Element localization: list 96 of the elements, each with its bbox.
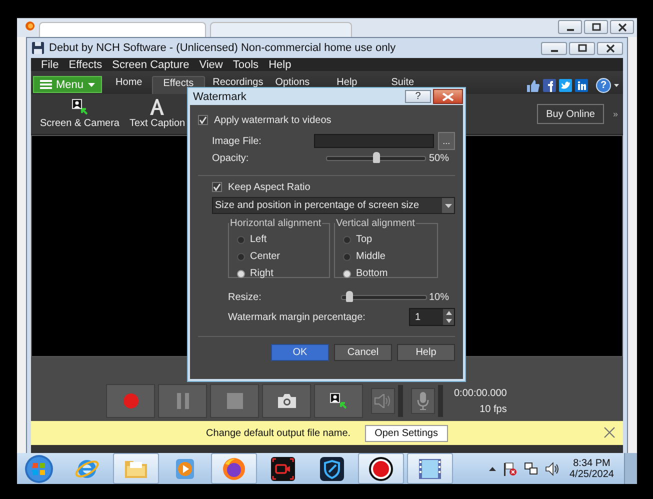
dialog-button[interactable]: Help bbox=[397, 344, 455, 361]
checkbox[interactable] bbox=[198, 115, 208, 125]
microphone-button[interactable] bbox=[411, 388, 435, 414]
browse-button[interactable]: ... bbox=[438, 132, 455, 150]
clock[interactable]: 8:34 PM 4/25/2024 bbox=[566, 458, 618, 480]
radio-label: Right bbox=[250, 268, 274, 279]
slider-value: 10% bbox=[428, 292, 450, 302]
social-icon bbox=[575, 78, 588, 92]
checkbox-label: Apply watermark to videos bbox=[214, 114, 332, 126]
dialog-button[interactable]: Cancel bbox=[334, 344, 392, 361]
show-hidden-icons-icon[interactable] bbox=[488, 466, 496, 470]
slider-value: 50% bbox=[428, 152, 450, 164]
thumbs-up-icon bbox=[527, 78, 540, 92]
check-icon bbox=[199, 116, 207, 124]
person-screen-icon bbox=[72, 99, 88, 115]
radio-button[interactable] bbox=[237, 270, 245, 278]
radio-label: Bottom bbox=[356, 268, 388, 279]
flag-icon[interactable] bbox=[502, 462, 516, 476]
menu-item[interactable]: View bbox=[194, 58, 228, 70]
window-title: Debut by NCH Software - (Unlicensed) Non-commercial home use only bbox=[49, 42, 396, 54]
menu-item[interactable]: Tools bbox=[228, 58, 264, 70]
stop-icon bbox=[226, 393, 242, 409]
timer-text: 0:00:00.000 bbox=[454, 388, 507, 398]
close-icon[interactable] bbox=[606, 44, 614, 52]
slider-thumb[interactable] bbox=[346, 290, 353, 302]
caret-icon bbox=[614, 84, 619, 86]
radio-button[interactable] bbox=[343, 236, 351, 244]
mode-dropdown[interactable]: Size and position in percentage of screen size bbox=[212, 197, 455, 214]
up-arrow-icon[interactable] bbox=[446, 311, 452, 315]
menu-item[interactable]: Help bbox=[264, 58, 296, 70]
pause-button[interactable] bbox=[158, 384, 207, 418]
checkbox-label: Keep Aspect Ratio bbox=[228, 182, 310, 192]
taskbar-button[interactable] bbox=[358, 453, 404, 484]
radio-label: Top bbox=[356, 234, 372, 245]
speaker-button[interactable] bbox=[371, 388, 395, 414]
toolbar-button[interactable]: Screen & Camera bbox=[35, 99, 124, 129]
close-icon[interactable] bbox=[618, 22, 626, 32]
group-title: Horizontal alignment bbox=[229, 218, 322, 229]
checkbox[interactable] bbox=[212, 182, 222, 192]
speaker-icon[interactable] bbox=[544, 462, 558, 476]
radio-label: Left bbox=[250, 234, 267, 245]
serif-letter-icon bbox=[149, 99, 166, 115]
check-icon bbox=[213, 183, 221, 191]
menu-button[interactable]: Menu bbox=[33, 76, 102, 93]
slider-label: Resize: bbox=[228, 292, 262, 302]
radio-button[interactable] bbox=[237, 252, 245, 260]
more-button[interactable]: » bbox=[604, 109, 623, 119]
caret-icon bbox=[444, 204, 452, 208]
help-button[interactable]: ? bbox=[405, 90, 431, 103]
help-button[interactable]: ? bbox=[596, 78, 611, 92]
social-icon bbox=[543, 78, 556, 92]
menu-item[interactable]: Screen Capture bbox=[107, 58, 194, 70]
browser-logo-icon bbox=[25, 21, 35, 31]
dialog-button[interactable]: OK bbox=[271, 344, 329, 361]
slider-label: Opacity: bbox=[212, 152, 250, 164]
notification-text: Change default output file name. bbox=[206, 428, 351, 438]
group-title: Vertical alignment bbox=[335, 218, 416, 229]
person-screen-icon bbox=[330, 393, 348, 409]
slider-thumb[interactable] bbox=[373, 152, 380, 162]
start-icon[interactable] bbox=[24, 454, 54, 484]
radio-label: Middle bbox=[356, 251, 386, 262]
fox-globe-icon bbox=[221, 456, 247, 482]
volume-meter bbox=[398, 385, 403, 417]
maximize-icon[interactable] bbox=[578, 44, 586, 52]
video-camera-icon bbox=[270, 456, 296, 482]
radio-button[interactable] bbox=[343, 270, 351, 278]
margin-spinbox[interactable]: 1 bbox=[409, 308, 455, 326]
image-file-field[interactable] bbox=[314, 134, 434, 148]
fps-text: 10 fps bbox=[480, 404, 507, 414]
microphone-icon bbox=[417, 392, 429, 410]
menu-icon bbox=[40, 80, 52, 89]
open-settings-button[interactable]: Open Settings bbox=[364, 424, 448, 442]
microphone-meter bbox=[438, 385, 443, 417]
radio-button[interactable] bbox=[237, 236, 245, 244]
shield-icon bbox=[319, 456, 345, 482]
social-icon bbox=[559, 78, 572, 92]
maximize-icon[interactable] bbox=[592, 22, 600, 32]
down-arrow-icon[interactable] bbox=[446, 319, 452, 323]
pause-icon bbox=[176, 393, 188, 409]
screen-camera-button[interactable] bbox=[314, 384, 363, 418]
camera-icon bbox=[278, 394, 296, 408]
speaker-icon bbox=[374, 394, 392, 408]
field-label: Image File: bbox=[212, 136, 262, 146]
snapshot-button[interactable] bbox=[262, 384, 311, 418]
field-label: Watermark margin percentage: bbox=[228, 312, 366, 322]
record-icon bbox=[122, 393, 138, 409]
radio-label: Center bbox=[250, 251, 280, 262]
network-icon[interactable] bbox=[524, 462, 538, 476]
radio-button[interactable] bbox=[343, 252, 351, 260]
toolbar-button[interactable]: Text Caption bbox=[124, 99, 190, 129]
record-icon bbox=[368, 456, 394, 482]
menu-item[interactable]: Effects bbox=[64, 58, 108, 70]
ribbon-tab[interactable]: Home bbox=[106, 76, 152, 94]
menu-item[interactable]: File bbox=[36, 58, 64, 70]
buy-online-button[interactable]: Buy Online bbox=[537, 104, 604, 124]
caret-icon bbox=[88, 82, 95, 86]
